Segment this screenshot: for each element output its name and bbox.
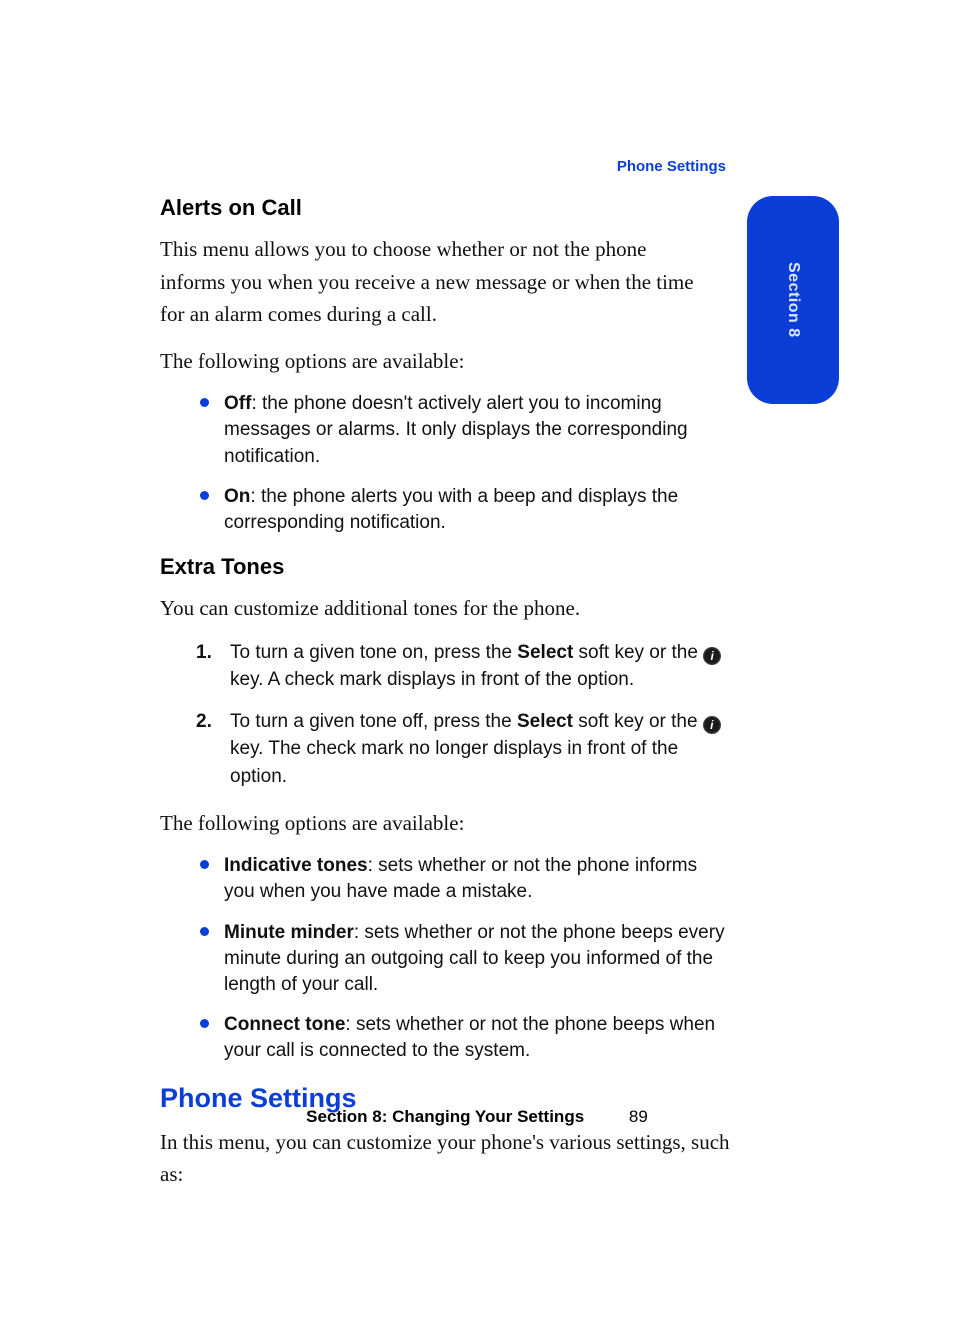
heading-extra-tones: Extra Tones <box>160 554 732 580</box>
heading-alerts-on-call: Alerts on Call <box>160 195 732 221</box>
step-text: To turn a given tone off, press the <box>230 711 517 732</box>
footer-section-title: Section 8: Changing Your Settings <box>306 1107 584 1126</box>
ok-key-icon: i <box>703 716 721 734</box>
ok-key-icon: i <box>703 647 721 665</box>
list-item: Minute minder: sets whether or not the p… <box>218 920 732 999</box>
term-minute-minder: Minute minder <box>224 922 354 943</box>
bullet-list-extra-tones: Indicative tones: sets whether or not th… <box>160 853 732 1065</box>
list-item: Off: the phone doesn't actively alert yo… <box>218 391 732 470</box>
select-softkey-label: Select <box>517 711 573 732</box>
page-footer: Section 8: Changing Your Settings 89 <box>0 1107 954 1127</box>
step-item: To turn a given tone on, press the Selec… <box>230 639 732 694</box>
paragraph-extra-intro: You can customize additional tones for t… <box>160 592 732 625</box>
step-item: To turn a given tone off, press the Sele… <box>230 708 732 791</box>
step-text: key. The check mark no longer displays i… <box>230 738 678 787</box>
text-column: Alerts on Call This menu allows you to c… <box>160 195 732 1205</box>
step-text: soft key or the <box>573 642 703 663</box>
term-on: On <box>224 486 250 507</box>
step-text: To turn a given tone on, press the <box>230 642 517 663</box>
list-item: Connect tone: sets whether or not the ph… <box>218 1012 732 1064</box>
list-item: On: the phone alerts you with a beep and… <box>218 484 732 536</box>
term-connect-tone: Connect tone <box>224 1014 345 1035</box>
list-item: Indicative tones: sets whether or not th… <box>218 853 732 905</box>
bullet-list-alerts: Off: the phone doesn't actively alert yo… <box>160 391 732 536</box>
manual-page: Phone Settings Section 8 Alerts on Call … <box>0 0 954 1319</box>
paragraph-phone-settings-intro: In this menu, you can customize your pho… <box>160 1126 732 1191</box>
numbered-steps: To turn a given tone on, press the Selec… <box>160 639 732 791</box>
definition-off: : the phone doesn't actively alert you t… <box>224 393 688 466</box>
select-softkey-label: Select <box>517 642 573 663</box>
step-text: soft key or the <box>573 711 703 732</box>
term-off: Off <box>224 393 251 414</box>
paragraph-options-available-2: The following options are available: <box>160 807 732 840</box>
page-number: 89 <box>629 1107 648 1127</box>
running-header: Phone Settings <box>617 158 726 175</box>
section-thumb-tab: Section 8 <box>747 196 839 404</box>
section-thumb-label: Section 8 <box>747 196 839 404</box>
paragraph-options-available-1: The following options are available: <box>160 345 732 378</box>
definition-on: : the phone alerts you with a beep and d… <box>224 486 678 533</box>
term-indicative-tones: Indicative tones <box>224 855 368 876</box>
step-text: key. A check mark displays in front of t… <box>230 669 634 690</box>
paragraph-alerts-intro: This menu allows you to choose whether o… <box>160 233 698 331</box>
